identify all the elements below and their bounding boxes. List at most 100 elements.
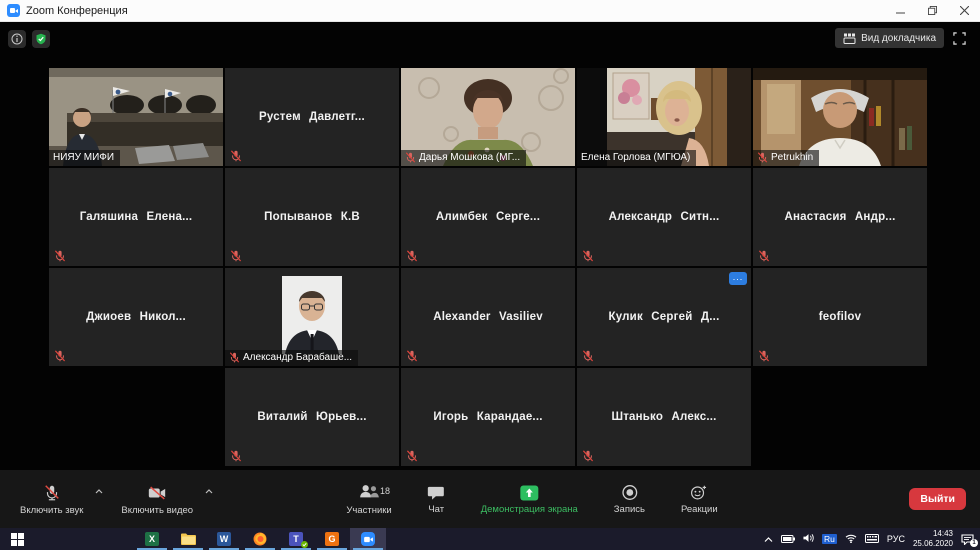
participant-tile[interactable]: НИЯУ МИФИ [49,68,223,166]
start-video-label: Включить видео [121,505,193,516]
action-center-button[interactable]: 1 [961,534,974,545]
muted-mic-icon [757,152,768,163]
taskbar-file-explorer-icon[interactable] [170,528,206,550]
taskbar-zoom-icon[interactable] [350,528,386,550]
participant-name: Александр Барабаше... [243,352,352,363]
participant-tile[interactable]: Alexander Vasiliev [401,268,575,366]
muted-mic-icon [582,349,594,361]
language-indicator[interactable]: РУС [887,534,905,544]
volume-icon[interactable] [803,530,814,548]
participant-name: Штанько Алекс... [577,368,751,466]
participant-name: Александр Ситн... [577,168,751,266]
windows-logo-icon [11,533,24,546]
battery-icon[interactable] [781,530,795,548]
participant-name: feofilov [753,268,927,366]
participants-button[interactable]: 18 Участники [336,478,401,520]
taskbar-teams-icon[interactable]: T [278,528,314,550]
participant-tile[interactable]: Petrukhin [753,68,927,166]
minimize-button[interactable] [884,0,916,21]
participant-tile[interactable]: Анастасия Андр... [753,168,927,266]
taskbar-orange-g-app-icon[interactable]: G [314,528,350,550]
zoom-app-icon [7,4,20,17]
taskbar-firefox-icon[interactable] [242,528,278,550]
taskbar-excel-icon[interactable]: X [134,528,170,550]
more-options-button[interactable]: ... [729,272,747,285]
muted-mic-icon [406,349,418,361]
record-label: Запись [614,504,645,515]
muted-mic-icon [229,352,240,363]
chat-label: Чат [428,504,444,515]
muted-mic-icon [230,249,242,261]
participant-tile[interactable]: Джиоев Никол... [49,268,223,366]
wifi-icon[interactable] [845,530,857,548]
participant-name: Alexander Vasiliev [401,268,575,366]
record-icon [621,484,638,501]
record-button[interactable]: Запись [604,478,655,520]
reactions-button[interactable]: Реакции [671,478,728,520]
participant-name: Джиоев Никол... [49,268,223,366]
chat-icon [428,485,445,501]
participant-tile[interactable]: Александр Ситн... [577,168,751,266]
muted-mic-icon [406,449,418,461]
speaker-view-icon [843,33,856,44]
participant-name: Алимбек Серге... [401,168,575,266]
muted-mic-icon [582,449,594,461]
participant-tile[interactable]: Рустем Давлетг... [225,68,399,166]
participant-name-chip: Дарья Мошкова (МГ... [401,150,526,166]
punto-language-badge[interactable]: Ru [822,534,837,544]
close-button[interactable] [948,0,980,21]
participant-name: Анастасия Андр... [753,168,927,266]
window-titlebar: Zoom Конференция [0,0,980,22]
participants-label: Участники [346,505,391,516]
participant-tile[interactable]: Штанько Алекс... [577,368,751,466]
muted-mic-icon [758,349,770,361]
participant-tile[interactable]: Попыванов К.В [225,168,399,266]
share-screen-label: Демонстрация экрана [481,504,578,515]
teams-status-icon [301,541,308,548]
participant-tile[interactable]: Елена Горлова (МГЮА) [577,68,751,166]
muted-mic-icon [230,449,242,461]
taskbar-word-icon[interactable]: W [206,528,242,550]
participant-tile[interactable]: Алимбек Серге... [401,168,575,266]
participant-name: Рустем Давлетг... [225,68,399,166]
participant-tile[interactable]: Игорь Карандае... [401,368,575,466]
participant-name: Галяшина Елена... [49,168,223,266]
unmute-button[interactable]: Включить звук [10,479,93,520]
participant-name: Petrukhin [771,152,813,163]
touch-keyboard-icon[interactable] [865,530,879,548]
speaker-view-label: Вид докладчика [861,33,936,44]
participant-tile[interactable]: Галяшина Елена... [49,168,223,266]
share-screen-icon [519,485,539,501]
security-shield-button[interactable] [32,30,50,48]
window-title: Zoom Конференция [26,5,128,17]
taskbar-date: 25.06.2020 [913,539,953,549]
audio-options-chevron[interactable] [91,485,107,498]
taskbar-time: 14:43 [933,529,953,539]
participant-name: Игорь Карандае... [401,368,575,466]
video-options-chevron[interactable] [201,485,217,498]
speaker-view-button[interactable]: Вид докладчика [835,28,944,48]
share-screen-button[interactable]: Демонстрация экрана [471,478,588,520]
camera-muted-icon [147,484,167,502]
meeting-info-button[interactable] [8,30,26,48]
maximize-button[interactable] [916,0,948,21]
fullscreen-button[interactable] [950,29,968,47]
participant-tile[interactable]: Кулик Сергей Д... ... [577,268,751,366]
participant-name-chip: Александр Барабаше... [225,350,358,366]
participant-name: НИЯУ МИФИ [53,152,114,163]
chat-button[interactable]: Чат [418,478,455,520]
participant-name-chip: НИЯУ МИФИ [49,150,120,166]
participant-tile[interactable]: Дарья Мошкова (МГ... [401,68,575,166]
participant-tile[interactable]: feofilov [753,268,927,366]
taskbar-clock[interactable]: 14:43 25.06.2020 [913,529,953,549]
participant-tile[interactable]: Виталий Юрьев... [225,368,399,466]
leave-meeting-button[interactable]: Выйти [909,488,966,510]
participant-tile[interactable]: Александр Барабаше... [225,268,399,366]
tray-hidden-icons-chevron[interactable] [764,530,773,548]
participant-name-chip: Елена Горлова (МГЮА) [577,150,696,166]
reactions-icon [691,484,708,501]
muted-mic-icon [758,249,770,261]
start-button[interactable] [0,528,34,550]
start-video-button[interactable]: Включить видео [111,479,203,520]
participant-grid: НИЯУ МИФИ Рустем Давлетг... Дарья Мошков… [49,68,927,466]
